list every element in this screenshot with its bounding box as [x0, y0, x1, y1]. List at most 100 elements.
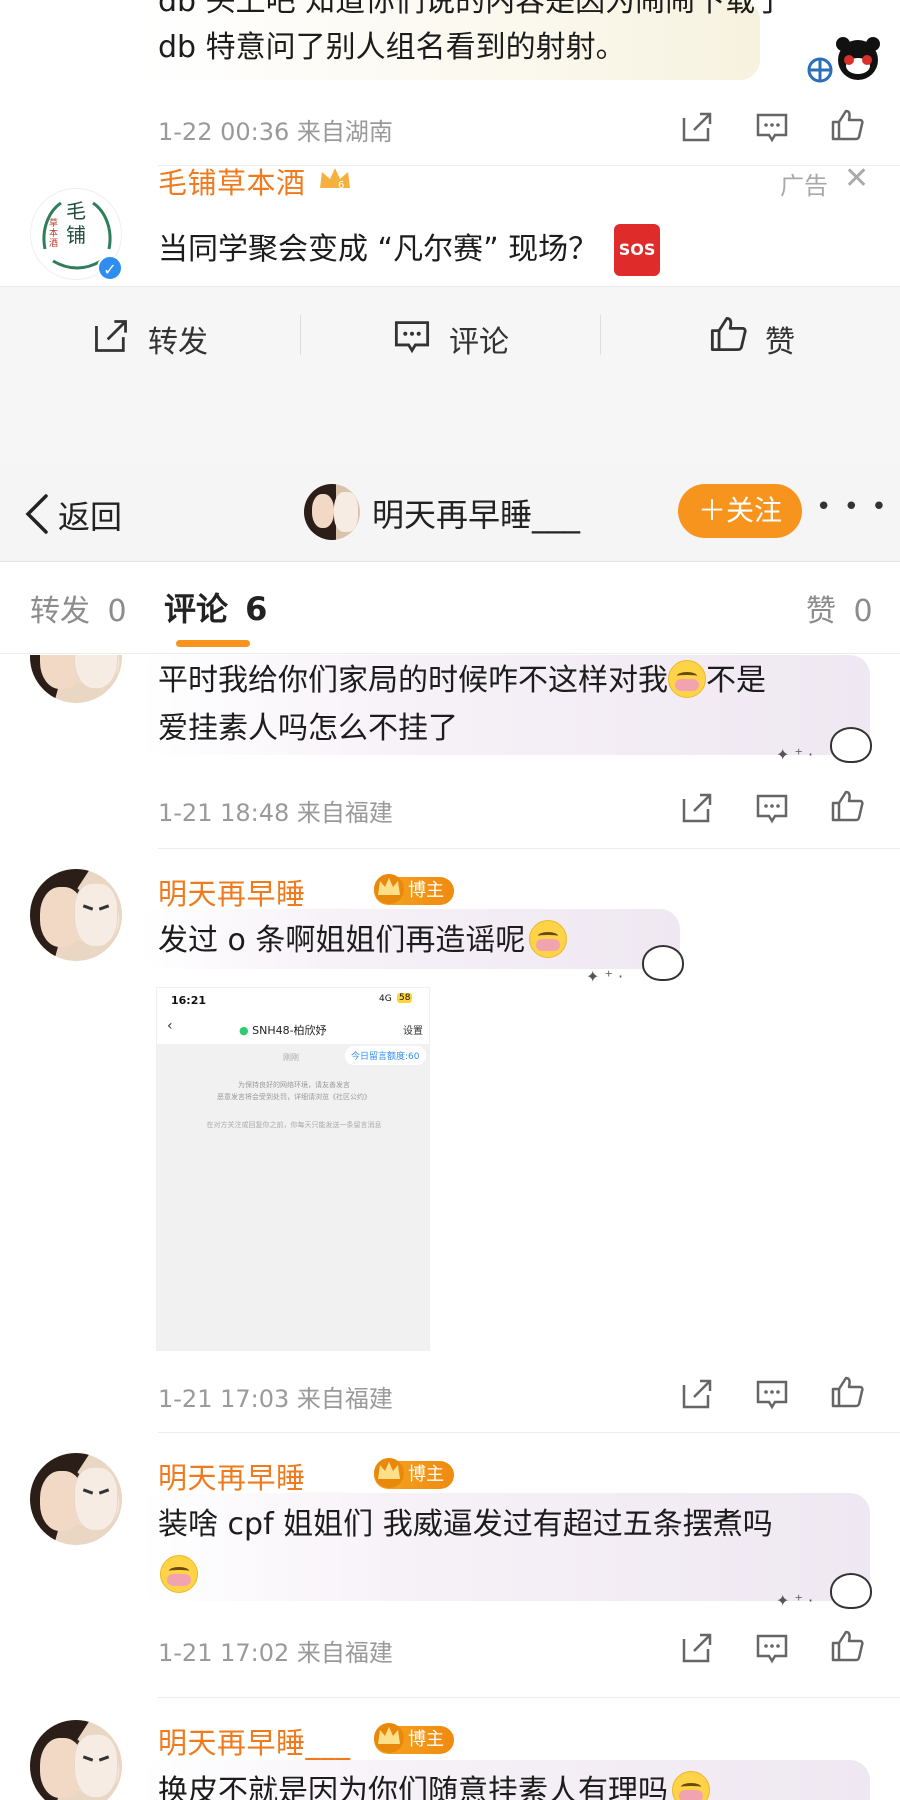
prev-post-meta: 1-22 00:36 来自湖南: [158, 118, 393, 146]
tab-likes[interactable]: 赞 0: [806, 586, 873, 630]
share-icon[interactable]: [680, 1631, 714, 1665]
ad-avatar[interactable]: 毛铺 草本酒 ✓: [30, 188, 123, 281]
screenshot-notice3: 在对方关注或回复你之前，你每天只能发送一条留言消息: [206, 1121, 382, 1129]
prev-post-text-line1: db 头上吧 知道你们说的内容是因为闹闹下载了: [158, 0, 786, 19]
comment-icon[interactable]: [755, 1631, 789, 1665]
ad-post[interactable]: 毛铺 草本酒 ✓ 毛铺草本酒 6 广告 ✕ 当同学聚会变成 “凡尔赛” 现场？ …: [0, 166, 900, 286]
comment-icon[interactable]: [755, 1377, 789, 1411]
follow-button[interactable]: ＋关注: [678, 484, 802, 538]
cry-emoji-icon: [160, 1555, 198, 1593]
like-icon[interactable]: [830, 789, 864, 823]
sparkle-icon: ✦ ⁺ ·: [776, 745, 814, 764]
comment-avatar[interactable]: [30, 655, 122, 703]
tab-bar: 转发 0 评论 6 赞 0: [0, 562, 900, 654]
nav-header: 返回 明天再早睡___ ＋关注 • • •: [0, 462, 900, 562]
blogger-badge: 博主: [374, 1458, 454, 1489]
action-bar: 转发 评论 赞: [0, 286, 900, 471]
repost-icon: [95, 320, 127, 352]
sparkle-icon: ✦ ⁺ ·: [776, 1591, 814, 1610]
screenshot-title-text: SNH48-柏欣妤: [252, 1024, 327, 1037]
chevron-left-icon: [25, 494, 48, 534]
tab-likes-label: 赞: [806, 594, 836, 629]
comment-avatar[interactable]: [30, 1720, 122, 1800]
crown-icon: 6: [318, 166, 352, 192]
verified-icon: ✓: [97, 255, 123, 281]
crown-icon: [374, 874, 404, 904]
like-bar-icon: [710, 316, 747, 352]
back-button[interactable]: 返回: [22, 488, 142, 538]
header-avatar[interactable]: [304, 484, 360, 540]
comment-meta: 1-21 17:02 来自福建: [158, 1639, 393, 1667]
ad-name[interactable]: 毛铺草本酒: [158, 166, 306, 202]
share-icon[interactable]: [680, 791, 714, 825]
blogger-badge: 博主: [374, 874, 454, 905]
like-button[interactable]: 赞: [601, 307, 900, 363]
comment-item: 明天再早睡___ 博主 装啥 cpf 姐姐们 我威逼发过有超过五条摆煮吗 ✦ ⁺…: [0, 1433, 900, 1698]
comment-item: 平时我给你们家局的时候咋不这样对我 不是 爱挂素人吗怎么不挂了 ✦ ⁺ · 1-2…: [0, 655, 900, 849]
comment-item: 明天再早睡___ 博主 发过 o 条啊姐姐们再造谣呢 ✦ ⁺ · 16:21 4…: [0, 849, 900, 1432]
screenshot-battery: 58: [397, 993, 413, 1003]
like-icon[interactable]: [830, 108, 864, 142]
like-icon[interactable]: [830, 1629, 864, 1663]
comment-icon[interactable]: [755, 791, 789, 825]
tab-repost-count: 0: [107, 594, 127, 629]
comment-text-line2: 爱挂素人吗怎么不挂了: [158, 711, 458, 746]
tab-repost[interactable]: 转发 0: [30, 586, 127, 630]
tab-active-indicator: [176, 640, 250, 647]
tab-comments[interactable]: 评论 6: [164, 584, 267, 630]
ad-text-content: 当同学聚会变成 “凡尔赛” 现场？: [158, 232, 599, 267]
screenshot-tab: 刚刚: [283, 1053, 299, 1062]
like-label: 赞: [765, 325, 795, 360]
comment-text-content: 换皮不就是因为你们随意挂素人有理吗: [158, 1774, 668, 1800]
cloud-sticker-icon: [642, 945, 684, 981]
more-icon[interactable]: • • •: [816, 492, 889, 522]
share-icon[interactable]: [680, 1377, 714, 1411]
comment-text: 平时我给你们家局的时候咋不这样对我 不是: [158, 657, 766, 705]
comment-avatar[interactable]: [30, 869, 122, 961]
comment-text-tail: 不是: [706, 663, 766, 698]
ad-text: 当同学聚会变成 “凡尔赛” 现场？ SOS: [158, 224, 661, 276]
ad-avatar-brand: 毛铺: [66, 199, 86, 247]
comment-username[interactable]: 明天再早睡___: [158, 871, 351, 913]
cry-emoji-icon: [529, 920, 568, 958]
comment-bar-icon: [394, 321, 430, 354]
attached-screenshot[interactable]: 16:21 4G 58 ‹ ● SNH48-柏欣妤 设置 今日留言额度:60 刚…: [156, 987, 430, 1201]
comment-username[interactable]: 明天再早睡___: [158, 1455, 351, 1497]
svg-text:6: 6: [338, 180, 344, 191]
comment-icon[interactable]: [755, 110, 789, 144]
comment-text: 发过 o 条啊姐姐们再造谣呢: [158, 917, 568, 965]
comment-text-content: 发过 o 条啊姐姐们再造谣呢: [158, 923, 526, 958]
tab-comments-count: 6: [245, 590, 268, 628]
repost-button[interactable]: 转发: [0, 307, 300, 363]
blogger-badge-label: 博主: [408, 1729, 444, 1750]
sparkle-icon: ✦ ⁺ ·: [586, 967, 624, 986]
comment-username[interactable]: 明天再早睡___: [158, 1720, 351, 1762]
bear-sticker-icon: [800, 34, 880, 84]
share-icon[interactable]: [680, 110, 714, 144]
screenshot-back-icon: ‹: [167, 1018, 173, 1034]
comment-avatar[interactable]: [30, 1453, 122, 1545]
blogger-badge: 博主: [374, 1723, 454, 1754]
header-title[interactable]: 明天再早睡___: [372, 490, 580, 536]
cloud-sticker-icon: [830, 727, 872, 763]
screenshot-title: ● SNH48-柏欣妤: [239, 1024, 327, 1037]
screenshot-time: 16:21: [171, 994, 207, 1007]
cloud-sticker-icon: [830, 1573, 872, 1609]
tab-likes-count: 0: [853, 594, 873, 629]
screenshot-quota: 今日留言额度:60: [345, 1046, 426, 1065]
close-icon[interactable]: ✕: [844, 166, 869, 194]
crown-icon: [374, 1723, 404, 1753]
blogger-badge-label: 博主: [408, 880, 444, 901]
prev-post-text-line2: db 特意问了别人组名看到的射射。: [158, 30, 626, 65]
attached-screenshot-lower: [156, 1201, 430, 1351]
comment-item: 明天再早睡___ 博主 换皮不就是因为你们随意挂素人有理吗: [0, 1698, 900, 1800]
like-icon[interactable]: [830, 1375, 864, 1409]
ad-label: 广告: [780, 172, 828, 200]
comment-button[interactable]: 评论: [301, 307, 600, 363]
comment-text: 换皮不就是因为你们随意挂素人有理吗: [158, 1768, 710, 1800]
screenshot-settings: 设置: [403, 1026, 423, 1037]
cry-emoji-icon: [668, 660, 706, 698]
sos-icon: SOS: [613, 224, 661, 276]
back-label: 返回: [58, 498, 123, 536]
tab-repost-label: 转发: [30, 594, 90, 629]
